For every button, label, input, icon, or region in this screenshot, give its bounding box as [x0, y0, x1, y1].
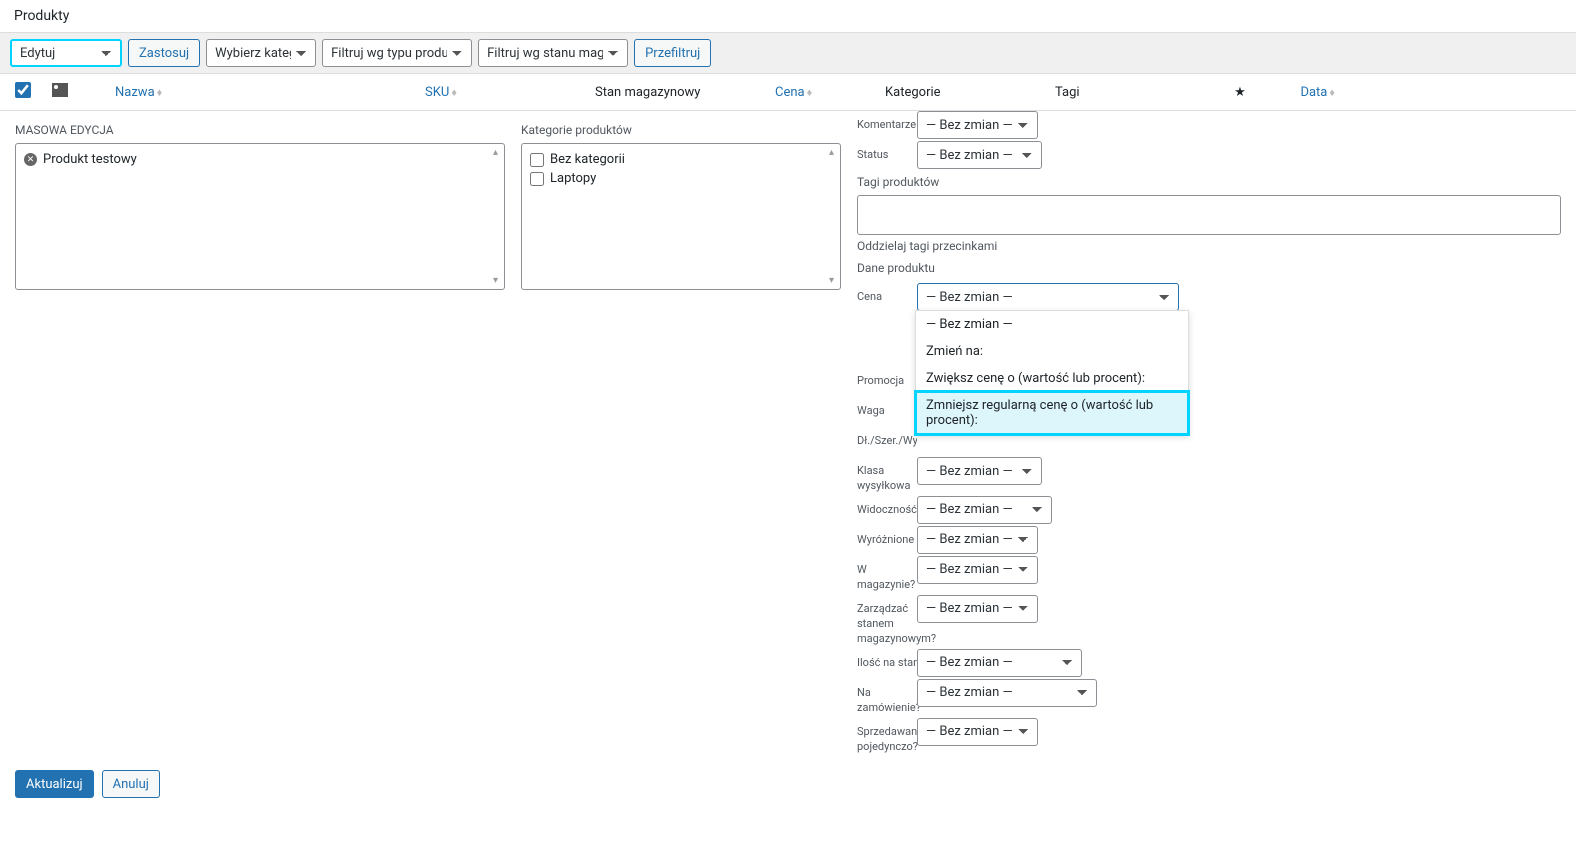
status-select[interactable]: — Bez zmian — [917, 141, 1042, 169]
manage-stock-select[interactable]: — Bez zmian — [917, 595, 1038, 623]
featured-column [1215, 85, 1265, 100]
category-label: Bez kategorii [550, 152, 625, 167]
bulk-action-select[interactable]: Edytuj [10, 39, 122, 67]
dims-label: Dł./Szer./Wys [857, 427, 917, 448]
manage-stock-label: Zarządzać stanem magazynowym? [857, 595, 917, 647]
weight-label: Waga [857, 397, 917, 418]
select-all-checkbox[interactable] [15, 82, 31, 98]
category-checkbox[interactable] [530, 172, 544, 186]
product-data-heading: Dane produktu [857, 261, 1561, 275]
tags-label: Tagi produktów [857, 171, 1561, 195]
sold-individually-label: Sprzedawany pojedynczo? [857, 718, 917, 755]
scroll-down-icon[interactable]: ▾ [824, 273, 839, 288]
stock-column: Stan magazynowy [595, 85, 775, 100]
image-column-icon [45, 83, 75, 101]
category-item: Bez kategorii [522, 150, 840, 169]
column-headers: Nazwa♦ SKU♦ Stan magazynowy Cena♦ Katego… [0, 74, 1576, 111]
tags-help: Oddzielaj tagi przecinkami [857, 239, 1561, 253]
filters-bar: Edytuj Zastosuj Wybierz kategorię Filtru… [0, 32, 1576, 74]
price-option-no-change[interactable]: — Bez zmian — [916, 311, 1188, 338]
update-button[interactable]: Aktualizuj [15, 770, 94, 798]
category-item: Laptopy [522, 169, 840, 188]
comments-label: Komentarze [857, 111, 917, 132]
bulk-edit-heading: MASOWA EDYCJA [15, 111, 505, 143]
price-column[interactable]: Cena♦ [775, 85, 885, 100]
scroll-down-icon[interactable]: ▾ [488, 273, 503, 288]
visibility-label: Widoczność [857, 496, 917, 517]
cancel-button[interactable]: Anuluj [102, 770, 160, 798]
sold-individually-select[interactable]: — Bez zmian — [917, 718, 1038, 746]
price-option-decrease[interactable]: Zmniejsz regularną cenę o (wartość lub p… [916, 392, 1188, 434]
categories-listbox[interactable]: Bez kategorii Laptopy ▴ ▾ [521, 143, 841, 290]
tags-column: Tagi [1055, 85, 1215, 100]
backorder-label: Na zamówienie? [857, 679, 917, 716]
apply-button[interactable]: Zastosuj [128, 39, 200, 67]
filter-button[interactable]: Przefiltruj [634, 39, 711, 67]
tags-input[interactable] [857, 195, 1561, 235]
date-column[interactable]: Data♦ [1265, 85, 1335, 100]
product-type-filter[interactable]: Filtruj wg typu produktu [322, 39, 472, 67]
featured-select[interactable]: — Bez zmian — [917, 526, 1038, 554]
page-title: Produkty [0, 0, 1576, 32]
categories-column: Kategorie [885, 85, 1055, 100]
shipping-class-select[interactable]: — Bez zmian — [917, 457, 1042, 485]
featured-label: Wyróżnione [857, 526, 917, 547]
stock-status-filter[interactable]: Filtruj wg stanu magazyno [478, 39, 628, 67]
list-item: ✕ Produkt testowy [16, 150, 504, 169]
footer-bar: Aktualizuj Anuluj [0, 756, 1576, 812]
price-label: Cena [857, 283, 917, 304]
status-label: Status [857, 141, 917, 162]
stock-qty-select[interactable]: — Bez zmian — [917, 649, 1082, 677]
scroll-up-icon[interactable]: ▴ [824, 145, 839, 160]
category-checkbox[interactable] [530, 153, 544, 167]
in-stock-select[interactable]: — Bez zmian — [917, 556, 1038, 584]
backorder-select[interactable]: — Bez zmian — [917, 679, 1097, 707]
visibility-select[interactable]: — Bez zmian — [917, 496, 1052, 524]
product-name: Produkt testowy [43, 152, 137, 167]
sku-column[interactable]: SKU♦ [425, 85, 595, 100]
remove-icon[interactable]: ✕ [24, 153, 37, 166]
category-label: Laptopy [550, 171, 596, 186]
sale-label: Promocja [857, 367, 917, 388]
products-listbox[interactable]: ✕ Produkt testowy ▴ ▾ [15, 143, 505, 290]
categories-heading: Kategorie produktów [521, 111, 841, 143]
name-column[interactable]: Nazwa♦ [75, 85, 425, 100]
scroll-up-icon[interactable]: ▴ [488, 145, 503, 160]
stock-qty-label: Ilość na stanie [857, 649, 917, 670]
price-option-increase[interactable]: Zwiększ cenę o (wartość lub procent): [916, 365, 1188, 392]
shipping-class-label: Klasa wysyłkowa [857, 457, 917, 494]
star-icon [1234, 85, 1246, 100]
in-stock-label: W magazynie? [857, 556, 917, 593]
price-option-change-to[interactable]: Zmień na: [916, 338, 1188, 365]
category-filter[interactable]: Wybierz kategorię [206, 39, 316, 67]
comments-select[interactable]: — Bez zmian — [917, 111, 1038, 139]
price-select[interactable]: — Bez zmian — [917, 283, 1179, 311]
price-dropdown-menu: — Bez zmian — Zmień na: Zwiększ cenę o (… [915, 310, 1189, 435]
